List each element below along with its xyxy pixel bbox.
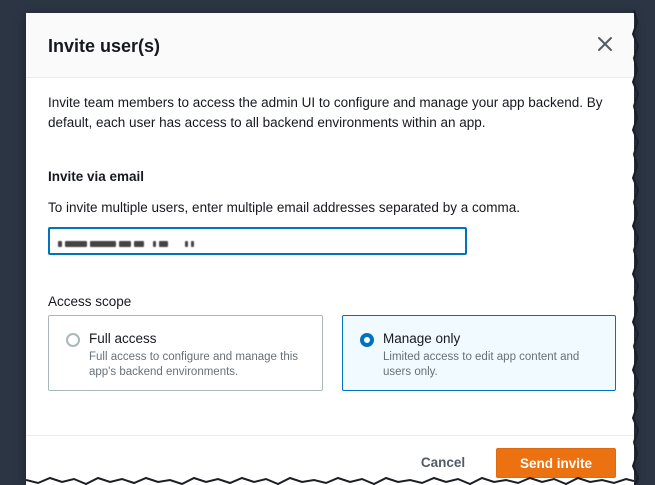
close-icon (598, 37, 612, 51)
option-title: Full access (89, 331, 157, 346)
invite-section-label: Invite via email (48, 169, 145, 184)
option-description: Full access to configure and manage this… (89, 351, 299, 378)
cancel-button[interactable]: Cancel (408, 450, 478, 476)
invite-hint: To invite multiple users, enter multiple… (48, 200, 520, 215)
full-access-radio[interactable] (66, 333, 80, 347)
torn-edge-bottom (26, 476, 634, 485)
manage-only-option[interactable]: Manage only Limited access to edit app c… (342, 315, 616, 391)
modal-header: Invite user(s) (26, 13, 634, 78)
send-invite-button[interactable]: Send invite (496, 448, 616, 478)
modal-description: Invite team members to access the admin … (48, 95, 603, 130)
invite-users-modal: Invite user(s) Invite team members to ac… (26, 13, 634, 485)
option-description: Limited access to edit app content and u… (383, 351, 580, 378)
email-input[interactable] (48, 227, 467, 255)
option-title: Manage only (383, 331, 461, 346)
close-button[interactable] (594, 33, 616, 55)
access-scope-label: Access scope (48, 294, 132, 309)
torn-edge-right (632, 10, 640, 485)
modal-title: Invite user(s) (48, 36, 161, 56)
manage-only-radio[interactable] (360, 333, 374, 347)
full-access-option[interactable]: Full access Full access to configure and… (48, 315, 323, 391)
